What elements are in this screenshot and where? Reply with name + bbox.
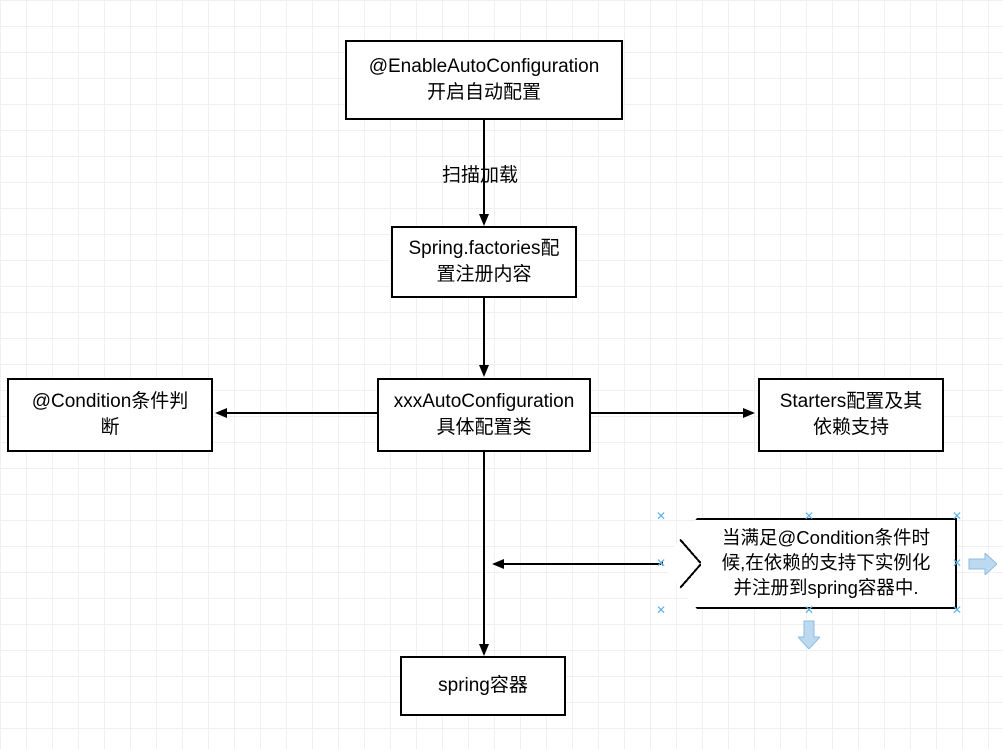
selection-handle-icon[interactable]: ✕	[804, 512, 813, 521]
selection-handle-icon[interactable]: ✕	[656, 559, 665, 568]
node-starters[interactable]: Starters配置及其 依赖支持	[758, 378, 944, 452]
selection-handle-icon[interactable]: ✕	[804, 606, 813, 615]
node-spring-factories[interactable]: Spring.factories配 置注册内容	[391, 226, 577, 298]
node-auto-configuration[interactable]: xxxAutoConfiguration 具体配置类	[377, 378, 591, 452]
node-text: 置注册内容	[436, 262, 531, 288]
node-annotation-note[interactable]: 当满足@Condition条件时 候,在依赖的支持下实例化 并注册到spring…	[661, 518, 957, 609]
note-text: 候,在依赖的支持下实例化	[722, 552, 931, 573]
node-text: 具体配置类	[436, 415, 531, 441]
direction-arrow-right-icon[interactable]	[967, 553, 997, 575]
node-text: xxxAutoConfiguration	[394, 389, 575, 415]
node-condition[interactable]: @Condition条件判 断	[7, 378, 213, 452]
node-enable-auto-configuration[interactable]: @EnableAutoConfiguration 开启自动配置	[345, 40, 623, 120]
selection-handle-icon[interactable]: ✕	[656, 606, 665, 615]
selection-handle-icon[interactable]: ✕	[656, 512, 665, 521]
direction-arrow-down-icon[interactable]	[798, 619, 820, 649]
node-text: @EnableAutoConfiguration	[369, 54, 600, 80]
node-text: @Condition条件判	[32, 389, 189, 415]
selection-handle-icon[interactable]: ✕	[952, 606, 961, 615]
edge-label-scan-load: 扫描加载	[442, 160, 518, 187]
node-spring-container[interactable]: spring容器	[400, 656, 566, 716]
node-text: 断	[100, 415, 119, 441]
selection-handle-icon[interactable]: ✕	[952, 559, 961, 568]
node-text: Spring.factories配	[408, 236, 559, 262]
node-text: 依赖支持	[813, 415, 889, 441]
selection-handle-icon[interactable]: ✕	[952, 512, 961, 521]
note-text: 当满足@Condition条件时	[722, 527, 930, 548]
node-text: spring容器	[438, 673, 528, 699]
note-text: 并注册到spring容器中.	[733, 577, 918, 598]
node-text: 开启自动配置	[427, 80, 541, 106]
node-text: Starters配置及其	[780, 389, 923, 415]
